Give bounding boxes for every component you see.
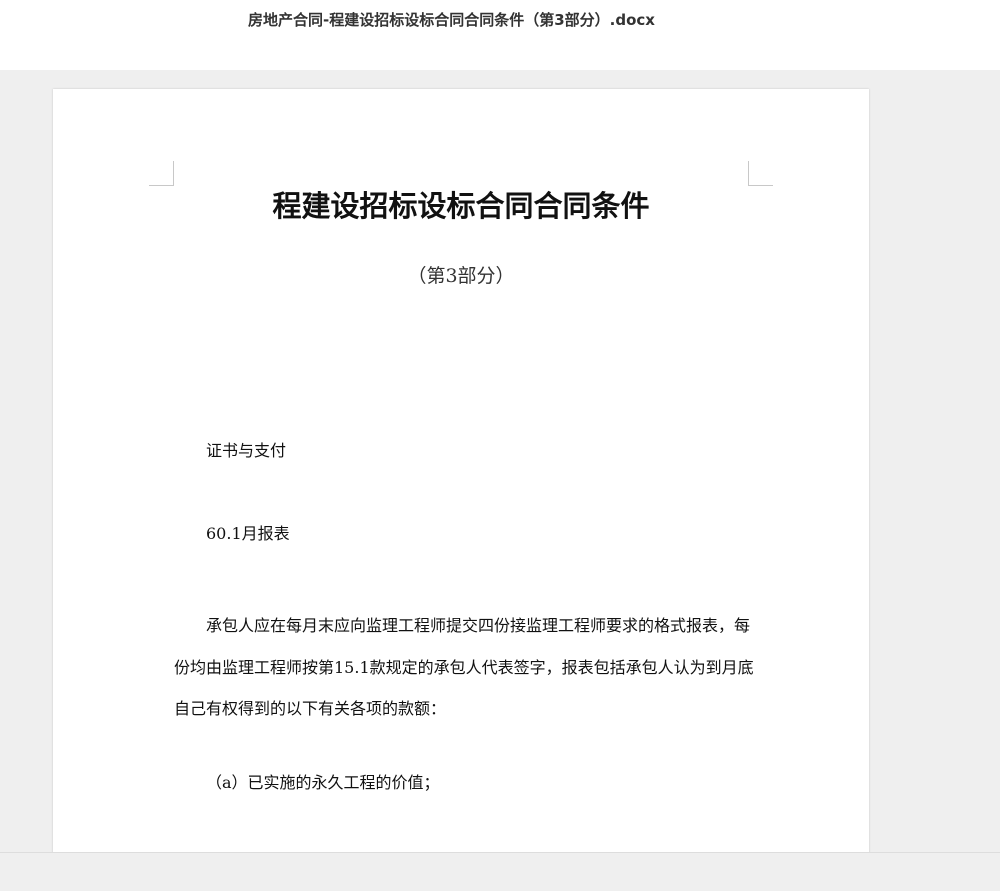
margin-corner-mark-right	[748, 161, 773, 186]
document-subtitle: （第3部分）	[407, 265, 515, 287]
paragraph-list-item: （a）已实施的永久工程的价值；	[206, 773, 440, 792]
paragraph-body: 承包人应在每月末应向监理工程师提交四份接监理工程师要求的格式报表，每份均由监理工…	[174, 616, 754, 718]
document-viewer[interactable]: 程建设招标设标合同合同条件 （第3部分） 证书与支付 60.1月报表 承包人应在…	[0, 70, 1000, 852]
bottom-bar	[0, 852, 1000, 891]
document-file-title: 房地产合同-程建设招标设标合同合同条件（第3部分）.docx	[248, 11, 655, 29]
top-bar: 房地产合同-程建设招标设标合同合同条件（第3部分）.docx	[0, 0, 1000, 70]
paragraph-clause-heading: 60.1月报表	[206, 524, 290, 543]
document-page: 程建设招标设标合同合同条件 （第3部分） 证书与支付 60.1月报表 承包人应在…	[53, 89, 869, 852]
margin-corner-mark-left	[149, 161, 174, 186]
paragraph-section-heading: 证书与支付	[206, 441, 287, 460]
document-title: 程建设招标设标合同合同条件	[272, 189, 650, 223]
